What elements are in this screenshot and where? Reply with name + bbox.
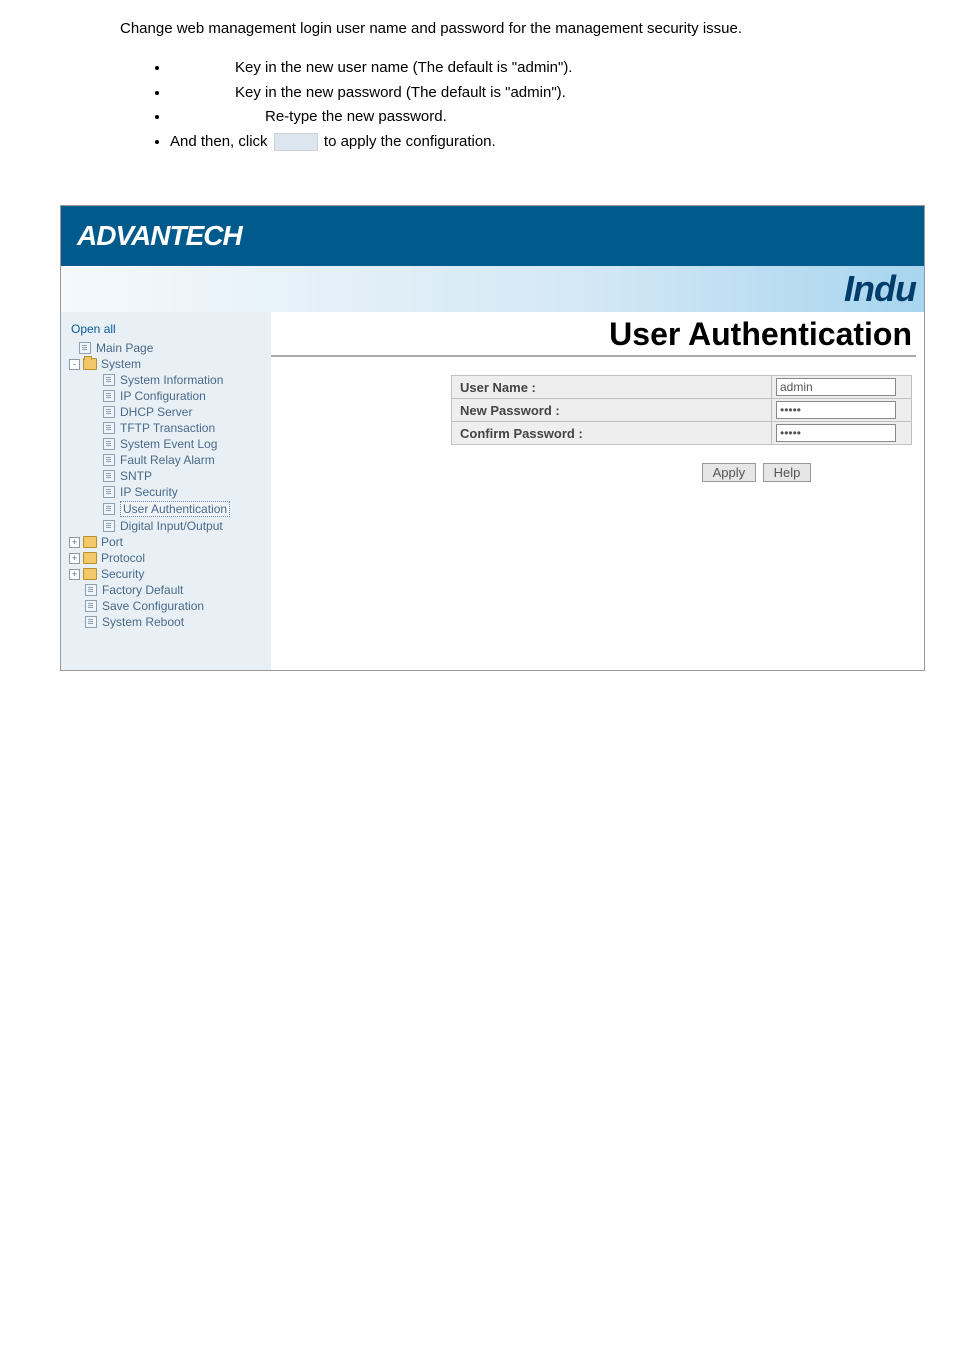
page-icon xyxy=(103,520,115,532)
nav-system-information[interactable]: System Information xyxy=(101,372,265,388)
header-banner: ADVANTECH xyxy=(61,206,924,266)
expand-icon[interactable]: + xyxy=(69,553,80,564)
instruction-list: Key in the new user name (The default is… xyxy=(120,57,894,153)
nav-tftp-transaction[interactable]: TFTP Transaction xyxy=(101,420,265,436)
page-icon xyxy=(103,438,115,450)
nav-system[interactable]: - System xyxy=(67,356,265,372)
page-icon xyxy=(103,390,115,402)
nav-dhcp-server[interactable]: DHCP Server xyxy=(101,404,265,420)
page-icon xyxy=(103,470,115,482)
page-icon xyxy=(103,486,115,498)
page-icon xyxy=(79,342,91,354)
page-icon xyxy=(103,422,115,434)
label-username: User Name : xyxy=(452,376,772,399)
bullet-password: Key in the new password (The default is … xyxy=(170,82,894,105)
main-content: User Authentication User Name : New Pass… xyxy=(271,312,924,670)
intro-text: Change web management login user name an… xyxy=(120,20,894,37)
nav-system-reboot[interactable]: System Reboot xyxy=(83,614,265,630)
nav-sidebar: Open all Main Page - System System Infor… xyxy=(61,312,271,670)
bullet-username: Key in the new user name (The default is… xyxy=(170,57,894,80)
folder-icon xyxy=(83,552,97,564)
page-icon xyxy=(103,503,115,515)
nav-fault-relay-alarm[interactable]: Fault Relay Alarm xyxy=(101,452,265,468)
new-password-input[interactable] xyxy=(776,401,896,419)
brand-logo: ADVANTECH xyxy=(77,220,242,252)
label-new-password: New Password : xyxy=(452,399,772,422)
nav-sntp[interactable]: SNTP xyxy=(101,468,265,484)
nav-user-authentication[interactable]: User Authentication xyxy=(101,500,265,518)
nav-security[interactable]: + Security xyxy=(67,566,265,582)
nav-protocol[interactable]: + Protocol xyxy=(67,550,265,566)
folder-icon xyxy=(83,536,97,548)
page-icon xyxy=(85,616,97,628)
page-icon xyxy=(103,374,115,386)
instruction-text: Change web management login user name an… xyxy=(0,0,954,185)
apply-button[interactable]: Apply xyxy=(702,463,757,482)
auth-form-table: User Name : New Password : Confirm Passw… xyxy=(451,375,912,445)
page-title: User Authentication xyxy=(271,312,916,357)
expand-icon[interactable]: + xyxy=(69,537,80,548)
expand-icon[interactable]: + xyxy=(69,569,80,580)
nav-digital-io[interactable]: Digital Input/Output xyxy=(101,518,265,534)
page-icon xyxy=(85,584,97,596)
apply-placeholder-icon xyxy=(274,133,318,151)
page-icon xyxy=(103,454,115,466)
page-icon xyxy=(85,600,97,612)
bullet-apply: And then, click to apply the configurati… xyxy=(170,131,894,154)
page-icon xyxy=(103,406,115,418)
label-confirm-password: Confirm Password : xyxy=(452,422,772,445)
open-all-link[interactable]: Open all xyxy=(71,322,265,336)
sub-banner: Indu xyxy=(61,266,924,312)
product-text: Indu xyxy=(844,268,916,310)
nav-save-configuration[interactable]: Save Configuration xyxy=(83,598,265,614)
nav-ip-configuration[interactable]: IP Configuration xyxy=(101,388,265,404)
username-input[interactable] xyxy=(776,378,896,396)
folder-icon xyxy=(83,358,97,370)
collapse-icon[interactable]: - xyxy=(69,359,80,370)
nav-port[interactable]: + Port xyxy=(67,534,265,550)
bullet-confirm: Re-type the new password. xyxy=(170,106,894,129)
nav-factory-default[interactable]: Factory Default xyxy=(83,582,265,598)
help-button[interactable]: Help xyxy=(763,463,812,482)
folder-icon xyxy=(83,568,97,580)
nav-main-page[interactable]: Main Page xyxy=(77,340,265,356)
app-screenshot: ADVANTECH Indu Open all Main Page - Syst… xyxy=(60,205,925,671)
confirm-password-input[interactable] xyxy=(776,424,896,442)
nav-ip-security[interactable]: IP Security xyxy=(101,484,265,500)
nav-system-event-log[interactable]: System Event Log xyxy=(101,436,265,452)
